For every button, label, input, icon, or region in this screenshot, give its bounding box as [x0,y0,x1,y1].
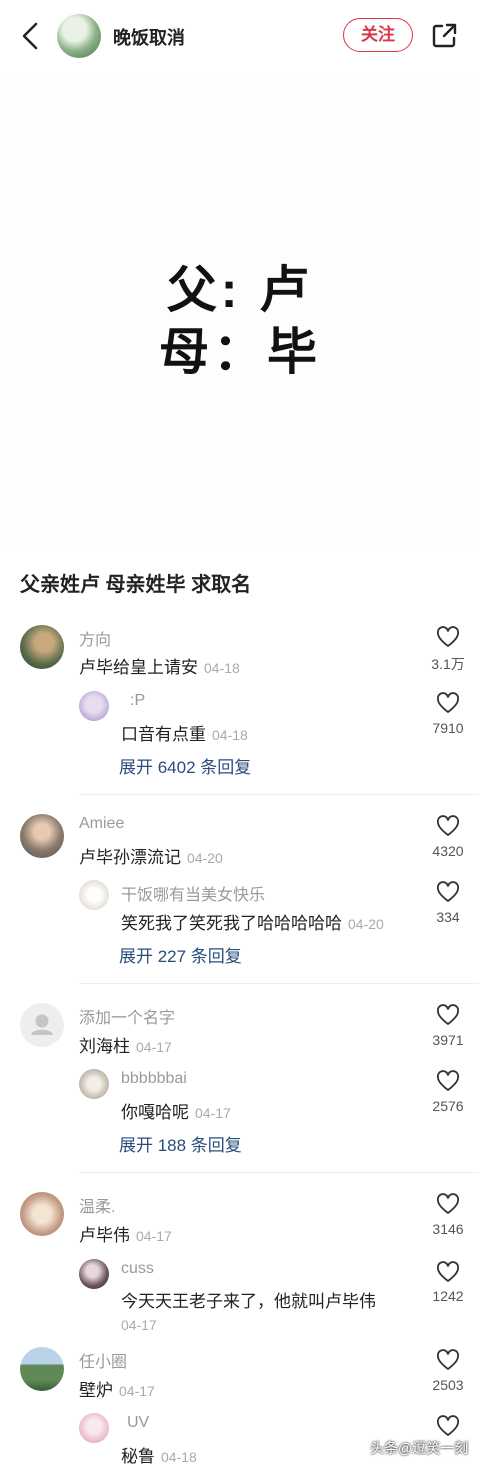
like-count: 3.1万 [431,656,465,672]
post-image[interactable]: 父: 卢 母：毕 [0,72,480,552]
like-count: 3971 [432,1032,464,1048]
comment-date: 04-17 [136,1228,172,1244]
comment-date: 04-18 [204,660,240,676]
default-avatar-icon[interactable] [20,1003,64,1047]
like-count: 2576 [432,1098,464,1114]
divider [79,794,479,795]
heart-icon[interactable] [436,1193,460,1215]
avatar[interactable] [79,1259,109,1289]
reply-date: 04-18 [212,727,248,743]
reply-username[interactable]: UV [127,1414,149,1432]
reply-text: 今天天王老子来了，他就叫卢毕伟 [121,1292,376,1311]
expand-replies-link[interactable]: 展开 188 条回复 [119,1131,242,1156]
back-icon[interactable] [18,20,44,52]
comment-text: 卢毕给皇上请安 04-18 [79,658,240,677]
reply-username[interactable]: cuss [121,1260,154,1278]
comment-text: 刘海柱 04-17 [79,1037,172,1056]
reply-username[interactable]: 干饭哪有当美女快乐 [121,881,265,905]
like-count: 1242 [432,1288,464,1304]
reply-text: 笑死我了笑死我了哈哈哈哈哈 04-20 [121,914,384,933]
avatar[interactable] [20,1192,64,1236]
avatar[interactable] [20,625,64,669]
reply-date: 04-17 [195,1105,231,1121]
expand-replies-link[interactable]: 展开 227 条回复 [119,942,242,967]
avatar[interactable] [79,1069,109,1099]
comment-username[interactable]: 任小圈 [79,1348,127,1372]
comment-text: 卢毕孙漂流记 04-20 [79,848,223,867]
reply-text: 秘鲁 04-18 [121,1447,197,1466]
like-count: 334 [436,909,460,925]
like-count: 4320 [432,843,464,859]
heart-icon[interactable] [436,626,460,648]
divider [79,983,479,984]
avatar[interactable] [79,691,109,721]
heart-icon[interactable] [436,1261,460,1283]
reply-date: 04-17 [121,1317,157,1333]
comment-date: 04-17 [136,1039,172,1055]
avatar[interactable] [79,880,109,910]
heart-icon[interactable] [436,1349,460,1371]
image-text-line-2: 母：毕 [159,324,321,380]
share-icon[interactable] [430,22,458,50]
heart-icon[interactable] [436,1415,460,1437]
comment-text: 壁炉 04-17 [79,1381,155,1400]
avatar[interactable] [20,814,64,858]
heart-icon[interactable] [436,881,460,903]
top-bar: 晚饭取消 关注 [0,0,480,72]
comment-date: 04-20 [187,850,223,866]
heart-icon[interactable] [436,815,460,837]
comment-username[interactable]: Amiee [79,815,124,833]
comment-username[interactable]: 方向 [79,626,111,650]
comment-username[interactable]: 温柔. [79,1193,115,1217]
default-avatar-icon [31,1014,53,1035]
like-count: 3146 [432,1221,464,1237]
reply-username[interactable]: bbbbbbai [121,1070,187,1088]
reply-text: 你嘎哈呢 04-17 [121,1103,231,1122]
follow-button[interactable]: 关注 [343,18,413,52]
author-name[interactable]: 晚饭取消 [113,24,185,50]
divider [79,1172,479,1173]
reply-date: 04-20 [348,916,384,932]
expand-replies-link[interactable]: 展开 6402 条回复 [119,753,251,778]
comment-username[interactable]: 添加一个名字 [79,1004,175,1028]
heart-icon[interactable] [436,1070,460,1092]
post-title: 父亲姓卢 母亲姓毕 求取名 [20,574,252,596]
comment-date: 04-17 [119,1383,155,1399]
heart-icon[interactable] [436,1004,460,1026]
author-avatar[interactable] [57,14,101,58]
reply-text: 口音有点重 04-18 [121,725,248,744]
watermark: 头条@逗笑一刻 [370,1440,469,1456]
heart-icon[interactable] [436,692,460,714]
comment-text: 卢毕伟 04-17 [79,1226,172,1245]
like-count: 7910 [432,720,464,736]
avatar[interactable] [79,1413,109,1443]
reply-username[interactable]: :P [130,692,145,710]
avatar[interactable] [20,1347,64,1391]
like-count: 2503 [432,1377,464,1393]
reply-date: 04-18 [161,1449,197,1465]
